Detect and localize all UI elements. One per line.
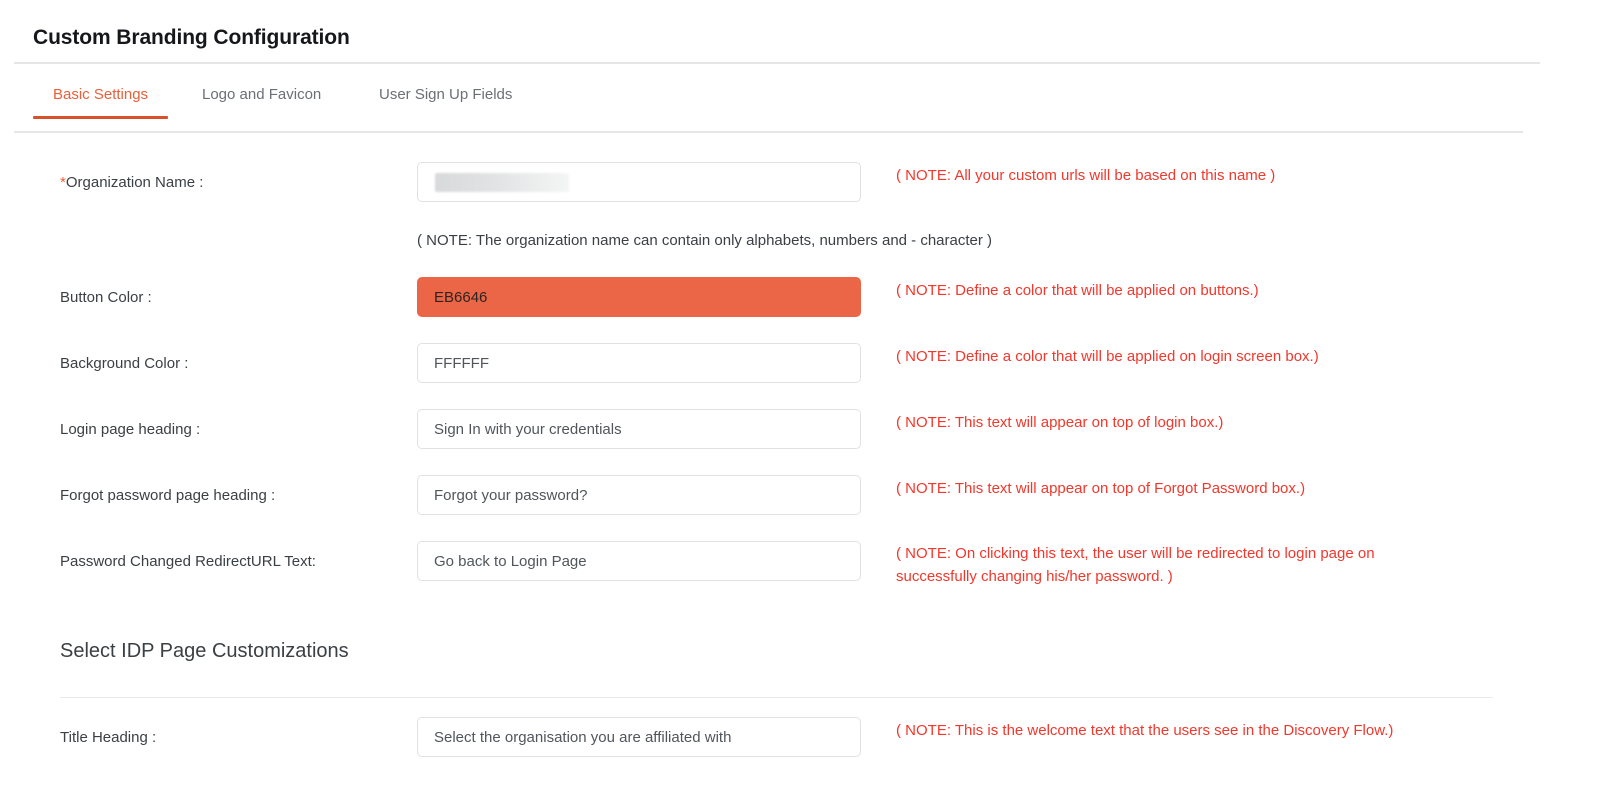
label-login-page-heading: Login page heading : bbox=[60, 421, 200, 438]
input-button-color[interactable] bbox=[417, 277, 861, 317]
tab-bar: Basic Settings Logo and Favicon User Sig… bbox=[14, 86, 1523, 134]
input-title-heading[interactable] bbox=[417, 717, 861, 757]
input-organization-name[interactable] bbox=[417, 162, 861, 202]
tab-user-sign-up-fields[interactable]: User Sign Up Fields bbox=[379, 86, 512, 117]
input-password-changed-redirect-url-text[interactable] bbox=[417, 541, 861, 581]
input-forgot-password-page-heading[interactable] bbox=[417, 475, 861, 515]
redacted-value-bar bbox=[435, 173, 569, 192]
label-button-color: Button Color : bbox=[60, 289, 152, 306]
label-forgot-password-page-heading: Forgot password page heading : bbox=[60, 487, 275, 504]
section-heading-idp-page-customizations: Select IDP Page Customizations bbox=[60, 640, 349, 663]
section-divider-idp bbox=[60, 697, 1493, 698]
note-button-color: ( NOTE: Define a color that will be appl… bbox=[896, 279, 1476, 302]
note-organization-name-hint: ( NOTE: The organization name can contai… bbox=[417, 229, 1177, 252]
page-title: Custom Branding Configuration bbox=[33, 26, 350, 50]
label-password-changed-redirect-url-text: Password Changed RedirectURL Text: bbox=[60, 553, 316, 570]
note-forgot-password-page-heading: ( NOTE: This text will appear on top of … bbox=[896, 477, 1476, 500]
tab-basic-settings[interactable]: Basic Settings bbox=[53, 86, 148, 117]
tab-logo-and-favicon[interactable]: Logo and Favicon bbox=[202, 86, 321, 117]
label-background-color: Background Color : bbox=[60, 355, 188, 372]
custom-branding-page: Custom Branding Configuration Basic Sett… bbox=[0, 0, 1605, 810]
header-divider bbox=[14, 62, 1540, 64]
note-title-heading: ( NOTE: This is the welcome text that th… bbox=[896, 719, 1446, 742]
note-organization-name: ( NOTE: All your custom urls will be bas… bbox=[896, 164, 1476, 187]
label-organization-name: *Organization Name : bbox=[60, 174, 203, 191]
note-login-page-heading: ( NOTE: This text will appear on top of … bbox=[896, 411, 1476, 434]
label-title-heading: Title Heading : bbox=[60, 729, 156, 746]
input-background-color[interactable] bbox=[417, 343, 861, 383]
note-background-color: ( NOTE: Define a color that will be appl… bbox=[896, 345, 1476, 368]
note-password-changed-redirect-url-text: ( NOTE: On clicking this text, the user … bbox=[896, 542, 1456, 588]
input-login-page-heading[interactable] bbox=[417, 409, 861, 449]
tabstrip-divider bbox=[14, 131, 1523, 133]
